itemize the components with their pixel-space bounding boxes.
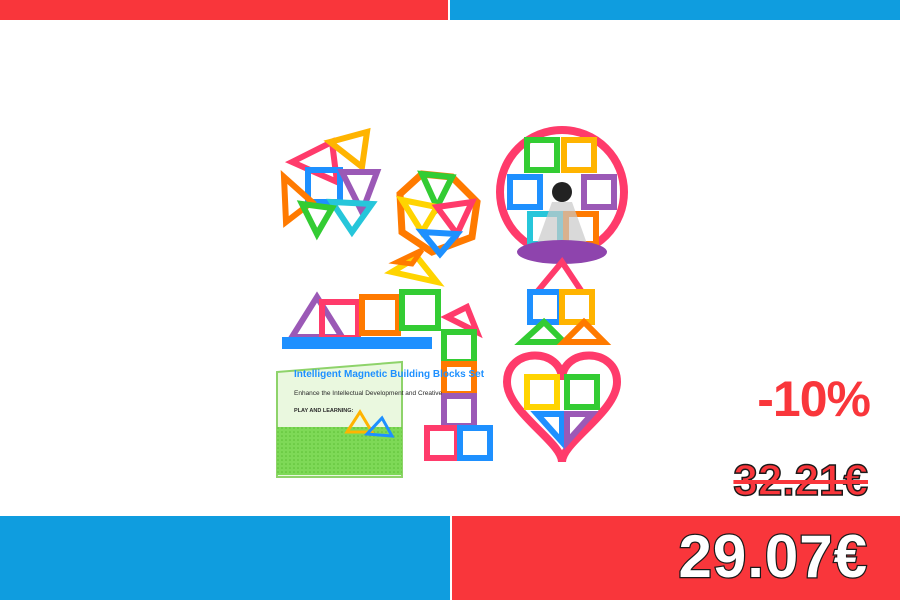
block-structure-ferris-wheel bbox=[496, 126, 628, 264]
top-left-color-band bbox=[0, 0, 448, 20]
product-image: Intelligent Magnetic Building Blocks Set… bbox=[276, 126, 628, 478]
discount-badge: -10% bbox=[757, 371, 871, 427]
box-title: Intelligent Magnetic Building Blocks Set bbox=[294, 369, 485, 380]
block-structure-house bbox=[514, 256, 612, 345]
block-structure-heart bbox=[502, 351, 622, 463]
box-heading: PLAY AND LEARNING: bbox=[294, 408, 354, 414]
top-right-color-band bbox=[450, 0, 900, 20]
block-structure-propeller bbox=[280, 127, 382, 241]
new-price: 29.07€ bbox=[677, 523, 868, 590]
box-subtitle: Enhance the Intellectual Development and… bbox=[294, 390, 443, 397]
old-price: 32.21€ bbox=[733, 456, 869, 505]
block-structure-ball bbox=[395, 170, 481, 259]
bottom-left-color-band bbox=[0, 516, 450, 600]
block-structure-bridge bbox=[282, 247, 445, 349]
